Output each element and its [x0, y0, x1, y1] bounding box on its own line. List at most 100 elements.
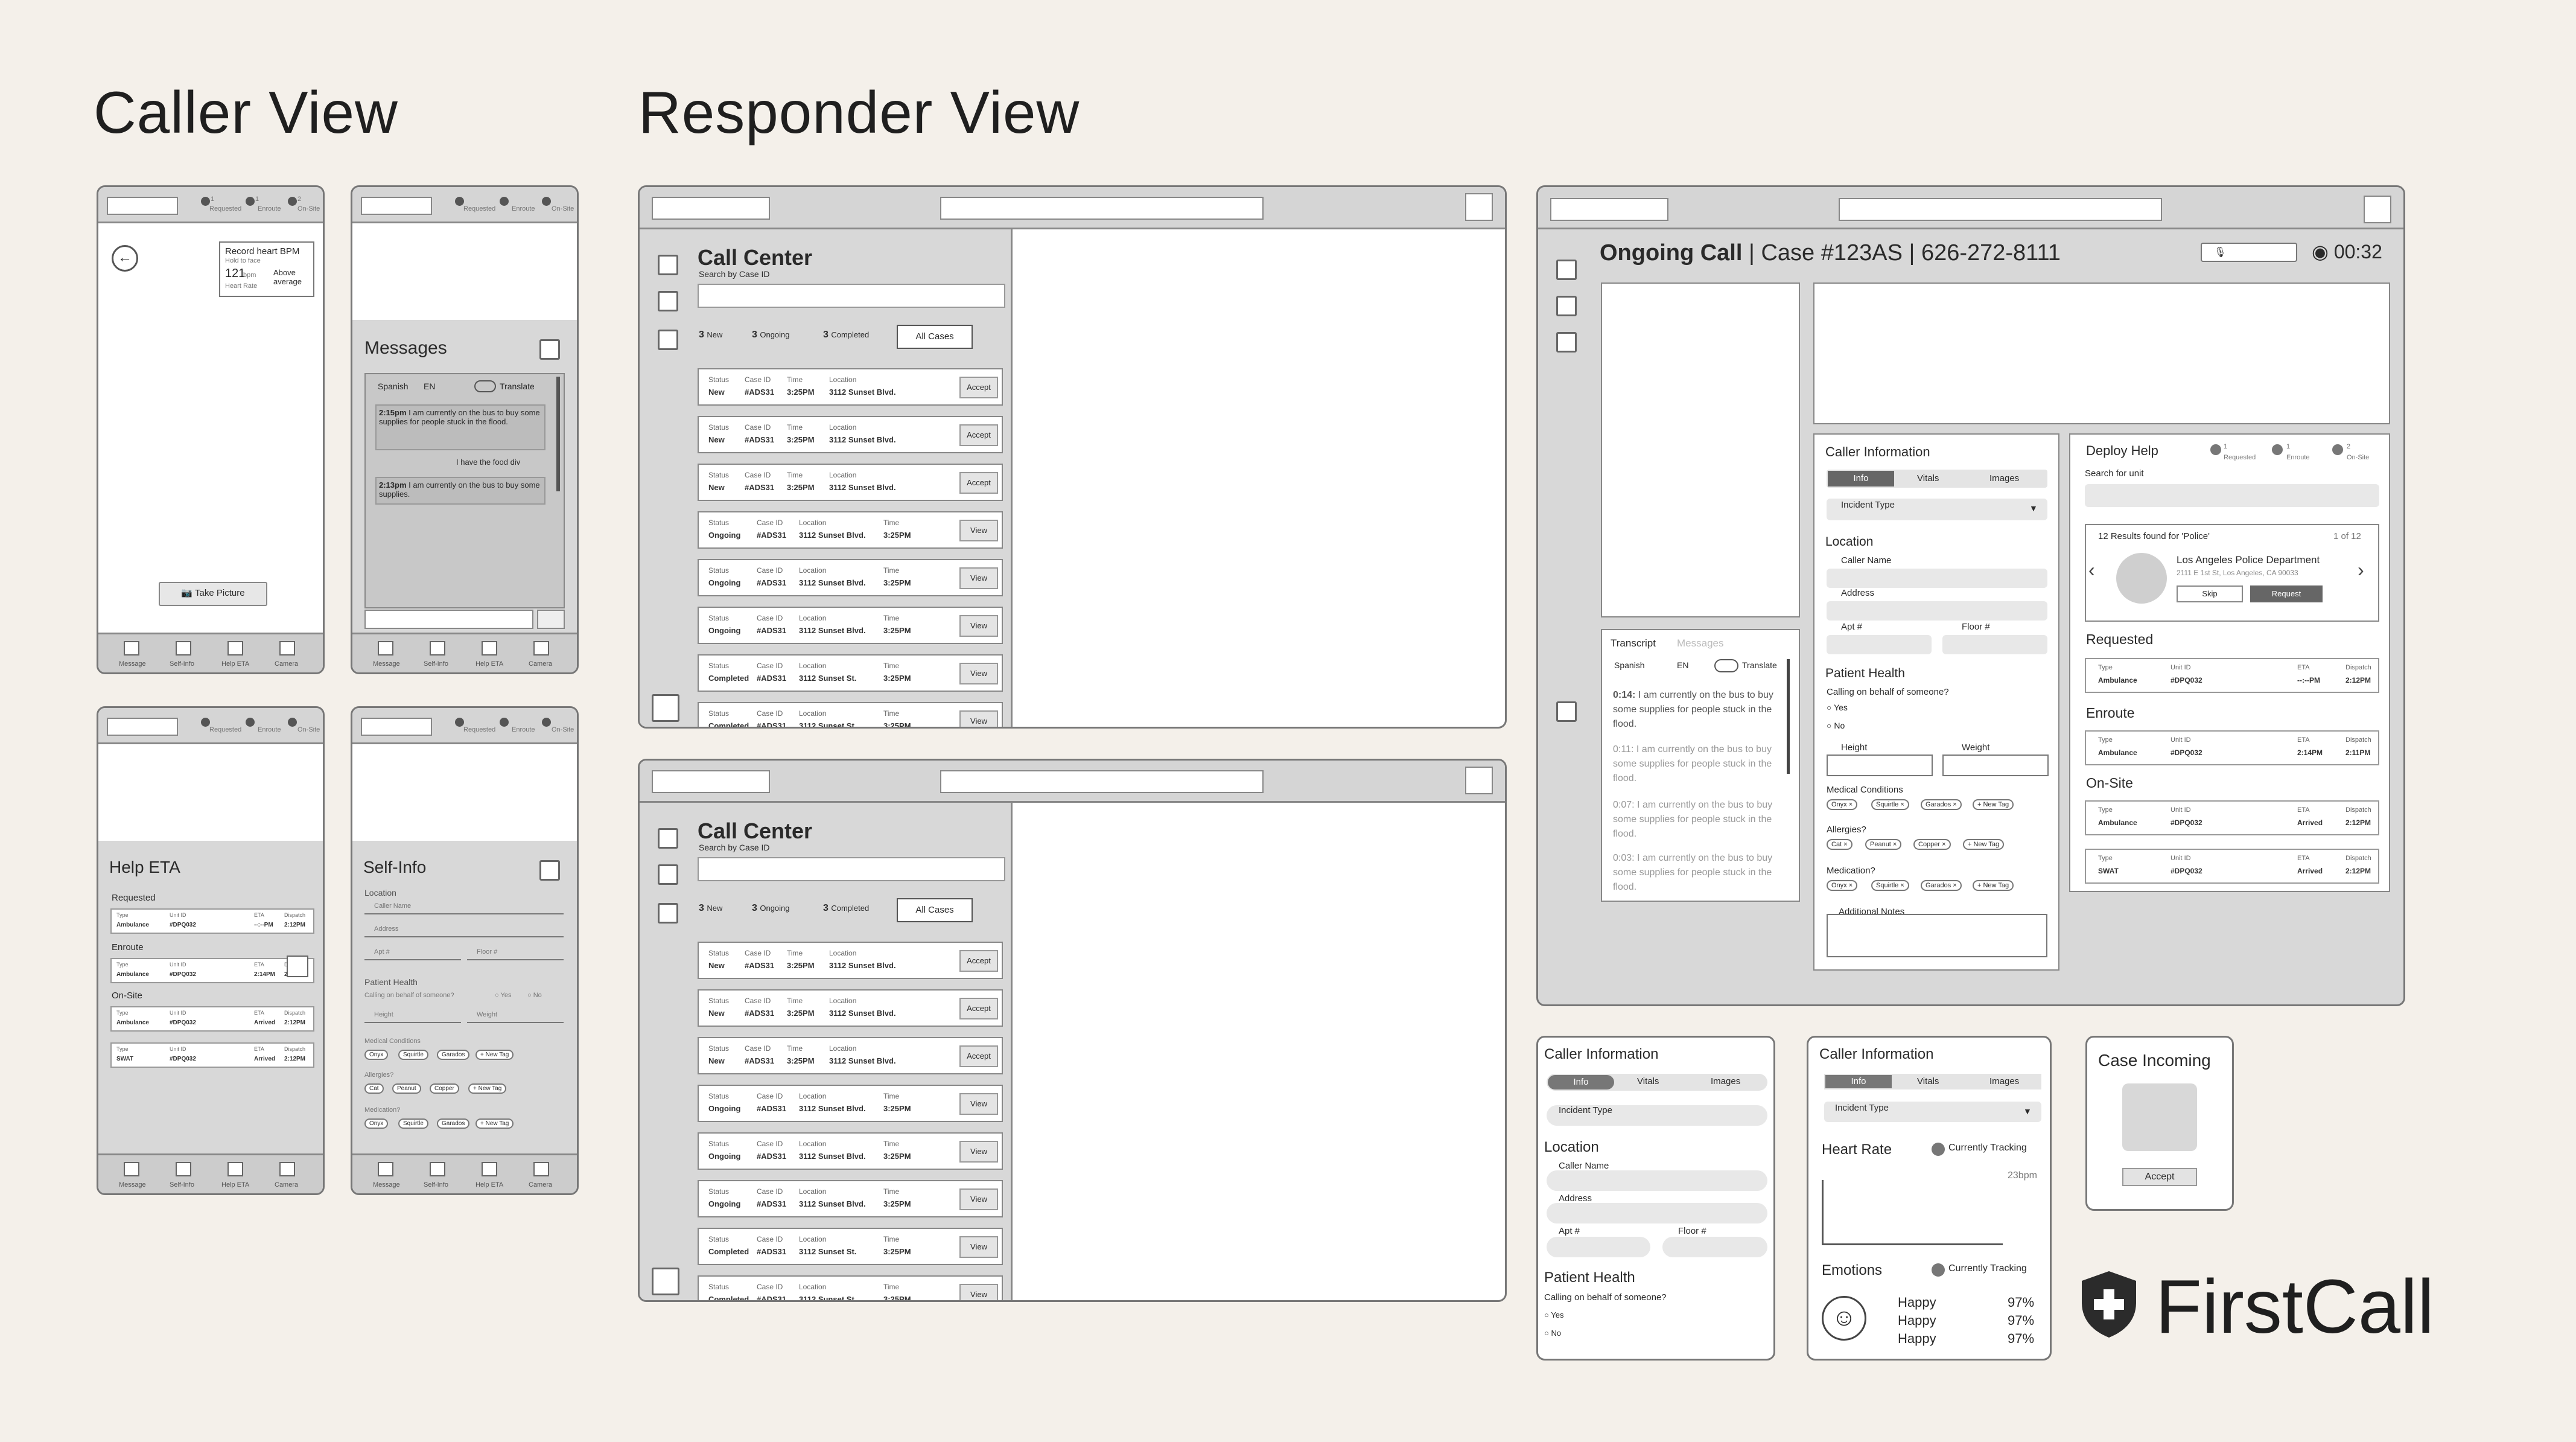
case-row[interactable]: Status Completed Case ID #ADS31 Location 3112… [698, 1228, 1003, 1265]
case-action-button[interactable]: Accept [959, 472, 998, 494]
case-search-input[interactable] [698, 857, 1005, 881]
chevron-left-icon[interactable]: ‹ [2088, 559, 2095, 581]
case-row[interactable]: Status Ongoing Case ID #ADS31 Location 3112 S… [698, 511, 1003, 549]
message-icon[interactable] [124, 1162, 139, 1176]
chat-scrollbar[interactable] [556, 377, 560, 491]
tab-info[interactable]: Info [1825, 1075, 1892, 1088]
no-radio[interactable]: ○ No [1827, 721, 1845, 730]
notes-textarea[interactable] [1827, 914, 2047, 957]
case-action-button[interactable]: View [959, 615, 998, 637]
case-row[interactable]: Status Completed Case ID #ADS31 Location 3112… [698, 1275, 1003, 1300]
case-action-button[interactable]: View [959, 1188, 998, 1210]
url-bar[interactable] [1839, 198, 2162, 221]
no-radio[interactable]: ○ No [1544, 1329, 1561, 1338]
tab-info[interactable]: Info [1828, 471, 1894, 487]
apt-field[interactable] [1827, 635, 1932, 654]
side-checkbox[interactable] [658, 903, 678, 924]
caller-name-field[interactable] [1547, 1170, 1767, 1191]
case-row[interactable]: Status Ongoing Case ID #ADS31 Location 3112 S… [698, 1085, 1003, 1122]
case-row[interactable]: Status Completed Case ID #ADS31 Location 3112… [698, 654, 1003, 692]
side-checkbox[interactable] [652, 1268, 679, 1295]
case-action-button[interactable]: View [959, 1284, 998, 1300]
apt-field[interactable] [1547, 1237, 1650, 1257]
send-button[interactable] [537, 610, 565, 629]
case-action-button[interactable]: Accept [959, 998, 998, 1019]
case-row[interactable]: Status Ongoing Case ID #ADS31 Location 3112 S… [698, 559, 1003, 596]
self-info-icon[interactable] [430, 641, 445, 656]
side-checkbox[interactable] [658, 291, 678, 311]
message-icon[interactable] [124, 641, 139, 656]
unit-row[interactable]: Type SWAT Unit ID #DPQ032 ETA Arrived Dispatch… [2085, 849, 2379, 884]
case-row[interactable]: Status Ongoing Case ID #ADS31 Location 3112 S… [698, 1132, 1003, 1170]
all-cases-button[interactable]: All Cases [897, 898, 973, 922]
all-cases-button[interactable]: All Cases [897, 325, 973, 349]
case-action-button[interactable]: View [959, 520, 998, 541]
unit-row[interactable]: Type Ambulance Unit ID #DPQ032 ETA --:--PM Dis… [2085, 658, 2379, 693]
case-row[interactable]: Status New Case ID #ADS31 Time 3:25PM Location… [698, 1037, 1003, 1074]
help-eta-icon[interactable] [482, 1162, 497, 1176]
case-row[interactable]: Status New Case ID #ADS31 Time 3:25PM Location… [698, 464, 1003, 501]
side-checkbox[interactable] [658, 330, 678, 350]
case-action-button[interactable]: View [959, 710, 998, 727]
side-checkbox[interactable] [658, 255, 678, 275]
camera-nav-icon[interactable] [279, 641, 295, 656]
yes-radio[interactable]: ○ Yes [1827, 703, 1848, 712]
side-checkbox[interactable] [658, 828, 678, 849]
case-action-button[interactable]: Accept [959, 424, 998, 446]
tab-vitals[interactable]: Vitals [1637, 1076, 1659, 1086]
tab-vitals[interactable]: Vitals [1917, 1076, 1939, 1086]
self-info-checkbox[interactable] [539, 860, 560, 881]
case-action-button[interactable]: Accept [959, 377, 998, 398]
camera-nav-icon[interactable] [279, 1162, 295, 1176]
tab-images[interactable]: Images [1711, 1076, 1740, 1086]
accept-button[interactable]: Accept [2122, 1168, 2197, 1186]
case-row[interactable]: Status Ongoing Case ID #ADS31 Location 3112 S… [698, 1180, 1003, 1217]
yes-radio[interactable]: ○ Yes [1544, 1310, 1563, 1319]
weight-field[interactable] [1942, 754, 2049, 776]
case-row[interactable]: Status New Case ID #ADS31 Time 3:25PM Location… [698, 942, 1003, 979]
chevron-right-icon[interactable]: › [2358, 559, 2364, 581]
help-eta-icon[interactable] [482, 641, 497, 656]
mute-control[interactable]: 🎙 [2201, 243, 2297, 262]
side-checkbox[interactable] [1556, 296, 1577, 316]
address-field[interactable] [1827, 601, 2047, 621]
self-info-icon[interactable] [176, 1162, 191, 1176]
case-row[interactable]: Status Completed Case ID #ADS31 Location 3112… [698, 702, 1003, 727]
unit-row[interactable]: Type Ambulance Unit ID #DPQ032 ETA 2:14PM Disp… [2085, 730, 2379, 765]
case-action-button[interactable]: View [959, 1141, 998, 1163]
url-bar[interactable] [940, 197, 1264, 220]
floor-field[interactable] [1942, 635, 2047, 654]
self-info-icon[interactable] [430, 1162, 445, 1176]
message-icon[interactable] [378, 1162, 393, 1176]
floor-field[interactable] [1662, 1237, 1767, 1257]
caller-name-field[interactable] [1827, 569, 2047, 588]
message-input[interactable] [364, 610, 533, 629]
case-action-button[interactable]: Accept [959, 950, 998, 972]
case-row[interactable]: Status New Case ID #ADS31 Time 3:25PM Location… [698, 416, 1003, 453]
address-field[interactable] [1547, 1203, 1767, 1223]
tab-images[interactable]: Images [1989, 473, 2019, 483]
case-row[interactable]: Status New Case ID #ADS31 Time 3:25PM Location… [698, 989, 1003, 1027]
side-checkbox[interactable] [1556, 701, 1577, 722]
back-arrow-icon[interactable]: ← [112, 245, 138, 272]
unit-search-input[interactable] [2085, 484, 2379, 507]
case-search-input[interactable] [698, 284, 1005, 308]
case-row[interactable]: Status Ongoing Case ID #ADS31 Location 3112 S… [698, 607, 1003, 644]
message-icon[interactable] [378, 641, 393, 656]
case-action-button[interactable]: View [959, 567, 998, 589]
camera-nav-icon[interactable] [533, 1162, 549, 1176]
request-button[interactable]: Request [2250, 585, 2323, 602]
help-eta-icon[interactable] [227, 641, 243, 656]
camera-nav-icon[interactable] [533, 641, 549, 656]
case-action-button[interactable]: View [959, 663, 998, 684]
case-action-button[interactable]: View [959, 1236, 998, 1258]
side-checkbox[interactable] [1556, 260, 1577, 280]
help-eta-icon[interactable] [227, 1162, 243, 1176]
self-info-icon[interactable] [176, 641, 191, 656]
side-checkbox[interactable] [652, 694, 679, 722]
unit-row[interactable]: Type Ambulance Unit ID #DPQ032 ETA Arrived Dis… [2085, 800, 2379, 835]
side-checkbox[interactable] [658, 864, 678, 885]
tab-images[interactable]: Images [1989, 1076, 2019, 1086]
case-action-button[interactable]: View [959, 1093, 998, 1115]
url-bar[interactable] [940, 770, 1264, 793]
